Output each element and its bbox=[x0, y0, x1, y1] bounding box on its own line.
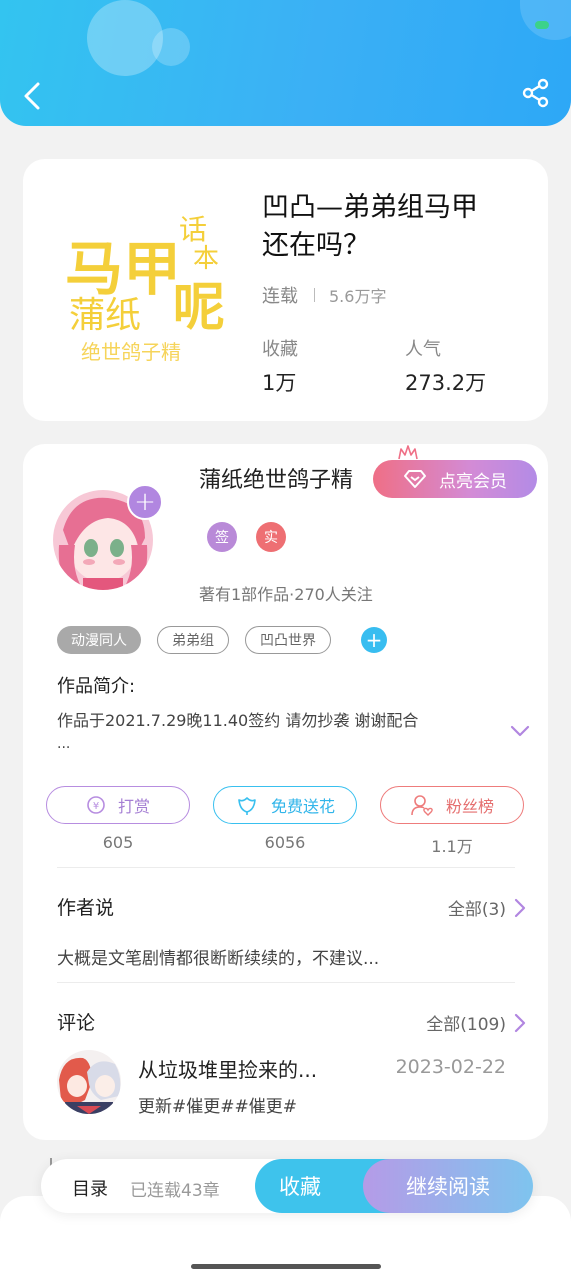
flower-icon bbox=[238, 797, 256, 815]
intro-ellipsis: ... bbox=[57, 736, 71, 752]
tip-button[interactable]: ¥ 打赏 bbox=[46, 786, 190, 824]
send-flower-button[interactable]: 免费送花 bbox=[213, 786, 357, 824]
book-cover[interactable]: 马甲 话 本 呢 蒲纸 绝世鸽子精 bbox=[61, 197, 231, 367]
tip-label: 打赏 bbox=[117, 797, 150, 816]
table-of-contents-button[interactable]: 目录 bbox=[72, 1175, 108, 1201]
cover-text: 本 bbox=[193, 244, 219, 274]
book-info-card: 马甲 话 本 呢 蒲纸 绝世鸽子精 凹凸—弟弟组马甲 还在吗？ 连载 5.6万字… bbox=[23, 159, 548, 421]
divider bbox=[314, 288, 315, 302]
chevron-left-icon bbox=[24, 82, 40, 110]
cover-text: 呢 bbox=[173, 278, 225, 338]
back-button[interactable] bbox=[16, 78, 48, 114]
comment-text[interactable]: 更新#催更##催更# bbox=[138, 1092, 297, 1117]
chevron-right-icon bbox=[514, 1013, 526, 1032]
cover-title-text: 马甲 bbox=[65, 235, 181, 303]
share-icon bbox=[522, 78, 549, 108]
add-tag-button[interactable]: + bbox=[361, 627, 387, 653]
book-title: 凹凸—弟弟组马甲 还在吗？ bbox=[262, 189, 522, 265]
cover-text: 话 bbox=[179, 213, 207, 246]
serial-status: 连载 bbox=[262, 286, 298, 307]
word-count: 5.6万字 bbox=[329, 287, 387, 306]
comments-more-label: 全部(109) bbox=[426, 1015, 506, 1035]
comment-avatar[interactable] bbox=[57, 1050, 121, 1114]
tip-count: 605 bbox=[102, 833, 134, 852]
decor-bubble bbox=[152, 28, 190, 66]
fan-ranking-label: 粉丝榜 bbox=[445, 797, 494, 816]
fan-count: 1.1万 bbox=[431, 837, 473, 856]
decor-bubble bbox=[520, 0, 571, 40]
coin-icon: ¥ bbox=[87, 796, 105, 814]
svg-text:¥: ¥ bbox=[93, 801, 99, 812]
fan-ranking-button[interactable]: 粉丝榜 bbox=[380, 786, 524, 824]
popularity-value: 273.2万 bbox=[405, 371, 487, 395]
divider bbox=[57, 982, 515, 983]
bottom-action-bar: 目录 已连载43章 收藏 继续阅读 bbox=[41, 1159, 533, 1213]
chevron-down-icon bbox=[510, 725, 530, 737]
author-says-title: 作者说 bbox=[57, 897, 115, 919]
intro-text: 作品于2021.7.29晚11.40签约 请勿抄袭 谢谢配合 bbox=[57, 711, 419, 730]
follow-author-button[interactable]: + bbox=[127, 484, 163, 520]
comments-more-link[interactable]: 全部(109) bbox=[426, 1010, 526, 1035]
favorites-value: 1万 bbox=[262, 371, 297, 395]
home-indicator[interactable] bbox=[191, 1264, 381, 1269]
status-indicator bbox=[535, 21, 549, 29]
book-title-line: 凹凸—弟弟组马甲 bbox=[262, 192, 478, 223]
comment-title[interactable]: 从垃圾堆里捡来的... bbox=[138, 1054, 317, 1083]
author-says-text[interactable]: 大概是文笔剧情都很断断续续的，不建议... bbox=[57, 944, 379, 969]
comment-date: 2023-02-22 bbox=[395, 1056, 506, 1078]
author-says-more-label: 全部(3) bbox=[447, 900, 506, 920]
comments-title: 评论 bbox=[57, 1012, 96, 1034]
popularity-label: 人气 bbox=[405, 339, 441, 360]
cover-text: 绝世鸽子精 bbox=[81, 340, 181, 364]
signed-badge: 签 bbox=[207, 522, 237, 552]
vip-membership-button[interactable]: 点亮会员 bbox=[373, 460, 537, 498]
intro-title: 作品简介: bbox=[57, 676, 136, 697]
send-flower-label: 免费送花 bbox=[270, 797, 335, 816]
tag-item[interactable]: 动漫同人 bbox=[57, 626, 141, 654]
cover-text: 蒲纸 bbox=[69, 295, 141, 336]
chapter-count: 已连载43章 bbox=[130, 1181, 220, 1201]
author-name[interactable]: 蒲纸绝世鸽子精 bbox=[199, 462, 353, 494]
book-detail-card: + 蒲纸绝世鸽子精 点亮会员 签 实 著有1部作品·270人关注 动漫同人 弟弟… bbox=[23, 444, 548, 1140]
favorites-label: 收藏 bbox=[262, 339, 298, 360]
tag-item[interactable]: 凹凸世界 bbox=[245, 626, 331, 654]
author-meta: 著有1部作品·270人关注 bbox=[199, 585, 373, 604]
decor-bubble bbox=[87, 0, 163, 76]
share-button[interactable] bbox=[521, 78, 553, 110]
fan-rank-icon bbox=[411, 795, 433, 816]
tag-item[interactable]: 弟弟组 bbox=[157, 626, 229, 654]
verified-badge: 实 bbox=[256, 522, 286, 552]
chevron-right-icon bbox=[514, 898, 526, 917]
expand-intro-button[interactable] bbox=[510, 722, 530, 741]
divider bbox=[57, 867, 515, 868]
continue-reading-button[interactable]: 继续阅读 bbox=[363, 1159, 533, 1213]
author-says-more-link[interactable]: 全部(3) bbox=[448, 895, 526, 920]
flower-count: 6056 bbox=[264, 833, 306, 852]
tag-list: 动漫同人 弟弟组 凹凸世界 + bbox=[57, 626, 387, 654]
diamond-icon bbox=[404, 470, 426, 488]
book-status-row: 连载 5.6万字 bbox=[262, 282, 386, 308]
header-bar bbox=[0, 0, 571, 126]
book-title-line: 还在吗？ bbox=[262, 230, 370, 261]
vip-button-label: 点亮会员 bbox=[439, 471, 507, 492]
